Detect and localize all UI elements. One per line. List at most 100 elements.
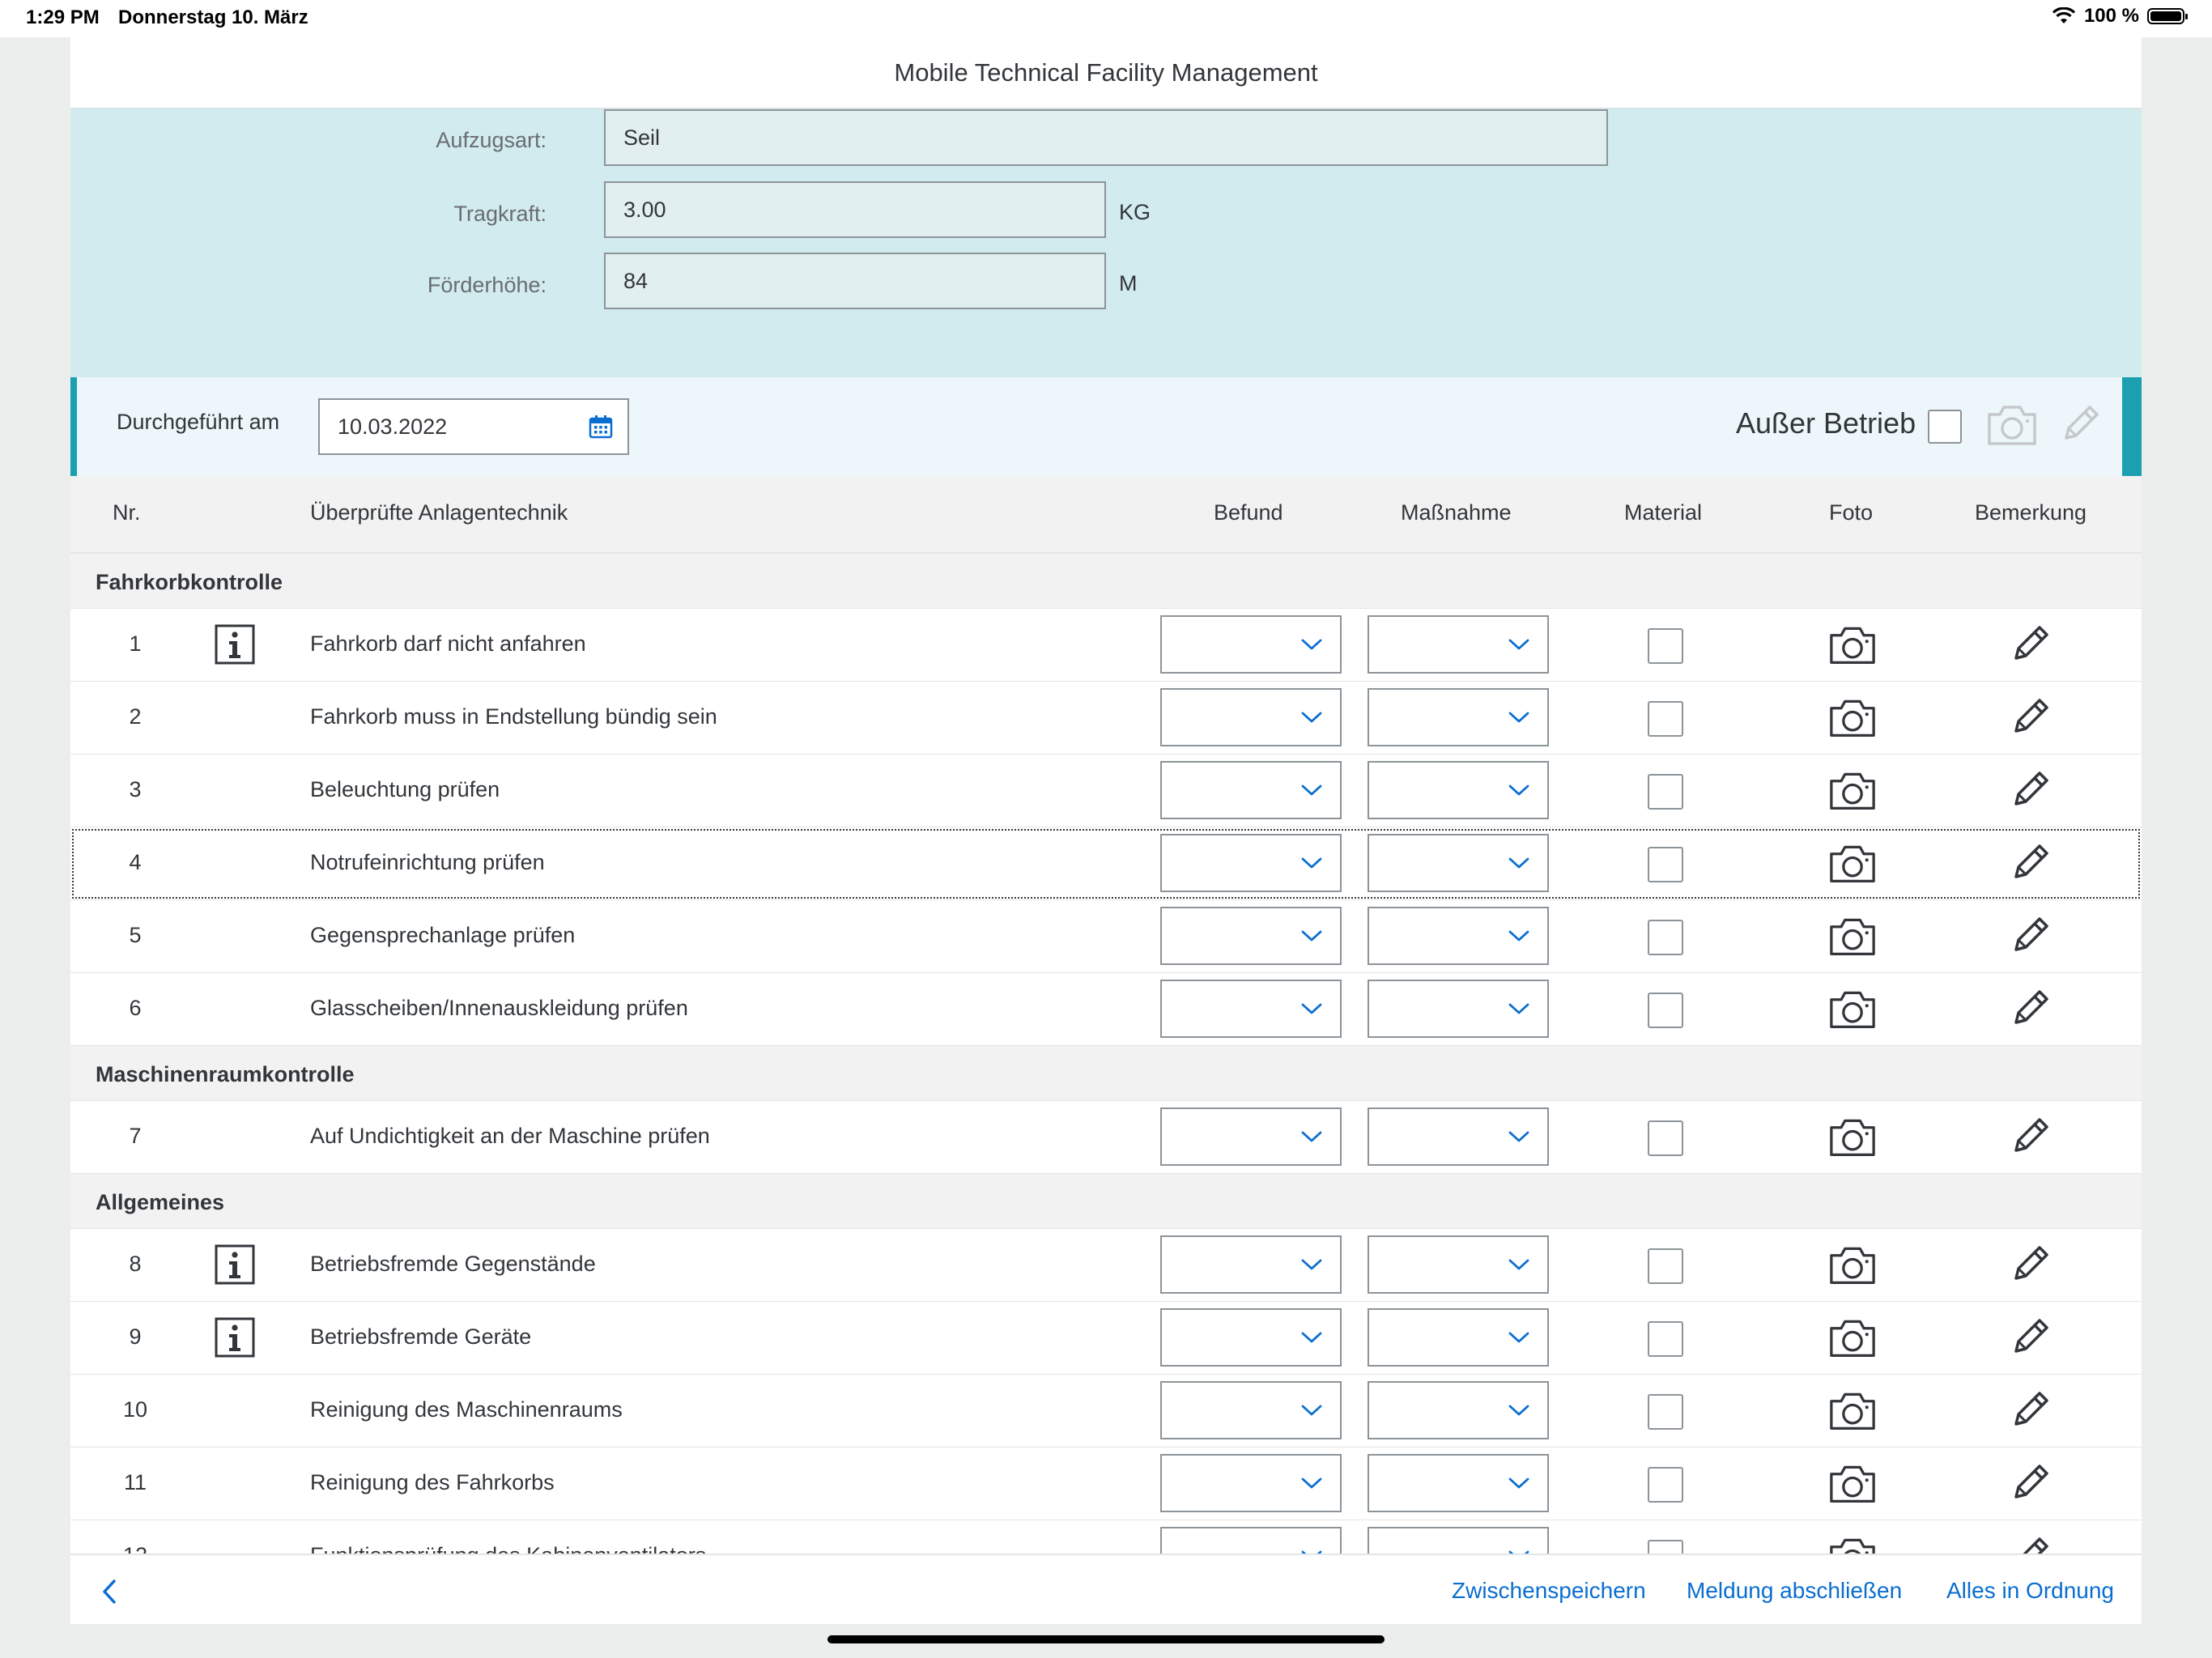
- befund-select[interactable]: [1160, 980, 1342, 1038]
- camera-icon[interactable]: [1827, 840, 1878, 886]
- massnahme-select[interactable]: [1368, 688, 1549, 746]
- befund-select[interactable]: [1160, 688, 1342, 746]
- pencil-icon[interactable]: [2009, 1240, 2054, 1286]
- group-header: Maschinenraumkontrolle: [70, 1046, 2142, 1101]
- massnahme-select[interactable]: [1368, 1107, 1549, 1166]
- foerderhoehe-field[interactable]: 84: [604, 253, 1106, 309]
- pencil-icon[interactable]: [2009, 1112, 2054, 1158]
- camera-icon[interactable]: [1827, 1315, 1878, 1360]
- table-row[interactable]: 11 Reinigung des Fahrkorbs: [70, 1448, 2142, 1520]
- camera-icon[interactable]: [1827, 695, 1878, 740]
- table-row[interactable]: 2 Fahrkorb muss in Endstellung bündig sei…: [70, 682, 2142, 755]
- tragkraft-unit: KG: [1119, 200, 1151, 224]
- table-row[interactable]: 8 Betriebsfremde Gegenstände: [70, 1229, 2142, 1302]
- massnahme-select[interactable]: [1368, 834, 1549, 892]
- material-checkbox[interactable]: [1648, 1120, 1683, 1156]
- pencil-icon[interactable]: [2009, 984, 2054, 1030]
- befund-select[interactable]: [1160, 1235, 1342, 1294]
- camera-icon[interactable]: [1827, 986, 1878, 1031]
- row-number: 5: [129, 923, 142, 947]
- pencil-icon[interactable]: [2009, 1459, 2054, 1504]
- befund-select[interactable]: [1160, 1381, 1342, 1439]
- chevron-down-icon: [1508, 1477, 1529, 1489]
- tragkraft-field[interactable]: 3.00: [604, 181, 1106, 238]
- info-icon[interactable]: [215, 624, 255, 665]
- info-icon[interactable]: [215, 1317, 255, 1358]
- massnahme-select[interactable]: [1368, 907, 1549, 965]
- pencil-icon[interactable]: [2009, 839, 2054, 884]
- pencil-icon[interactable]: [2009, 693, 2054, 738]
- pencil-icon[interactable]: [2009, 1313, 2054, 1358]
- befund-select[interactable]: [1160, 907, 1342, 965]
- table-row[interactable]: 9 Betriebsfremde Geräte: [70, 1302, 2142, 1375]
- material-checkbox[interactable]: [1648, 774, 1683, 810]
- calendar-icon[interactable]: [589, 414, 613, 439]
- status-right: 100 %: [2052, 5, 2188, 28]
- material-checkbox[interactable]: [1648, 1248, 1683, 1284]
- camera-icon[interactable]: [1827, 767, 1878, 813]
- row-number: 1: [129, 631, 142, 656]
- row-description: Auf Undichtigkeit an der Maschine prüfen: [310, 1124, 710, 1148]
- material-checkbox[interactable]: [1648, 1321, 1683, 1357]
- pencil-icon[interactable]: [2009, 620, 2054, 665]
- chevron-down-icon: [1508, 712, 1529, 723]
- camera-icon[interactable]: [1827, 622, 1878, 667]
- camera-icon[interactable]: [1827, 1460, 1878, 1506]
- table-row[interactable]: 5 Gegensprechanlage prüfen: [70, 900, 2142, 973]
- pencil-icon[interactable]: [2009, 912, 2054, 957]
- chevron-down-icon: [1301, 1332, 1322, 1343]
- massnahme-select[interactable]: [1368, 761, 1549, 819]
- row-description: Fahrkorb muss in Endstellung bündig sein: [310, 704, 717, 729]
- befund-select[interactable]: [1160, 834, 1342, 892]
- material-checkbox[interactable]: [1648, 847, 1683, 882]
- row-description: Reinigung des Fahrkorbs: [310, 1470, 555, 1494]
- table-row[interactable]: 10 Reinigung des Maschinenraums: [70, 1375, 2142, 1448]
- befund-select[interactable]: [1160, 1107, 1342, 1166]
- complete-report-button[interactable]: Meldung abschließen: [1687, 1578, 1902, 1604]
- befund-select[interactable]: [1160, 761, 1342, 819]
- befund-select[interactable]: [1160, 615, 1342, 674]
- aufzugsart-field[interactable]: Seil: [604, 109, 1608, 166]
- massnahme-select[interactable]: [1368, 1381, 1549, 1439]
- pencil-icon[interactable]: [2009, 1386, 2054, 1431]
- camera-icon[interactable]: [1827, 913, 1878, 959]
- app-window: Mobile Technical Facility Management Auf…: [70, 37, 2142, 1624]
- back-chevron-icon[interactable]: [98, 1578, 122, 1605]
- material-checkbox[interactable]: [1648, 920, 1683, 955]
- chevron-down-icon: [1301, 639, 1322, 650]
- massnahme-select[interactable]: [1368, 1235, 1549, 1294]
- material-checkbox[interactable]: [1648, 628, 1683, 664]
- out-of-service-checkbox[interactable]: [1928, 410, 1962, 444]
- date-picker-input[interactable]: 10.03.2022: [318, 398, 629, 455]
- table-row[interactable]: 4 Notrufeinrichtung prüfen: [70, 827, 2142, 900]
- table-row[interactable]: 7 Auf Undichtigkeit an der Maschine prüfe…: [70, 1101, 2142, 1174]
- save-draft-button[interactable]: Zwischenspeichern: [1452, 1578, 1646, 1604]
- material-checkbox[interactable]: [1648, 701, 1683, 737]
- chevron-down-icon: [1508, 930, 1529, 942]
- befund-select[interactable]: [1160, 1454, 1342, 1512]
- massnahme-select[interactable]: [1368, 615, 1549, 674]
- massnahme-select[interactable]: [1368, 1454, 1549, 1512]
- chevron-down-icon: [1508, 639, 1529, 650]
- home-indicator[interactable]: [827, 1635, 1385, 1643]
- material-checkbox[interactable]: [1648, 1394, 1683, 1430]
- table-row[interactable]: 6 Glasscheiben/Innenauskleidung prüfen: [70, 973, 2142, 1046]
- camera-icon[interactable]: [1827, 1242, 1878, 1287]
- table-row[interactable]: 3 Beleuchtung prüfen: [70, 755, 2142, 827]
- befund-select[interactable]: [1160, 1308, 1342, 1367]
- table-row[interactable]: 1 Fahrkorb darf nicht anfahren: [70, 609, 2142, 682]
- battery-icon: [2147, 8, 2188, 24]
- pencil-icon[interactable]: [2009, 766, 2054, 811]
- chevron-down-icon: [1301, 1405, 1322, 1416]
- all-ok-button[interactable]: Alles in Ordnung: [1946, 1578, 2114, 1604]
- camera-icon[interactable]: [1827, 1388, 1878, 1433]
- material-checkbox[interactable]: [1648, 1467, 1683, 1503]
- col-nr: Nr.: [113, 500, 141, 525]
- info-icon[interactable]: [215, 1244, 255, 1285]
- date-value: 10.03.2022: [338, 414, 448, 439]
- massnahme-select[interactable]: [1368, 980, 1549, 1038]
- camera-icon[interactable]: [1827, 1114, 1878, 1159]
- material-checkbox[interactable]: [1648, 993, 1683, 1028]
- checklist-table: Fahrkorbkontrolle 1 Fahrkorb darf nicht an…: [70, 554, 2142, 1593]
- massnahme-select[interactable]: [1368, 1308, 1549, 1367]
